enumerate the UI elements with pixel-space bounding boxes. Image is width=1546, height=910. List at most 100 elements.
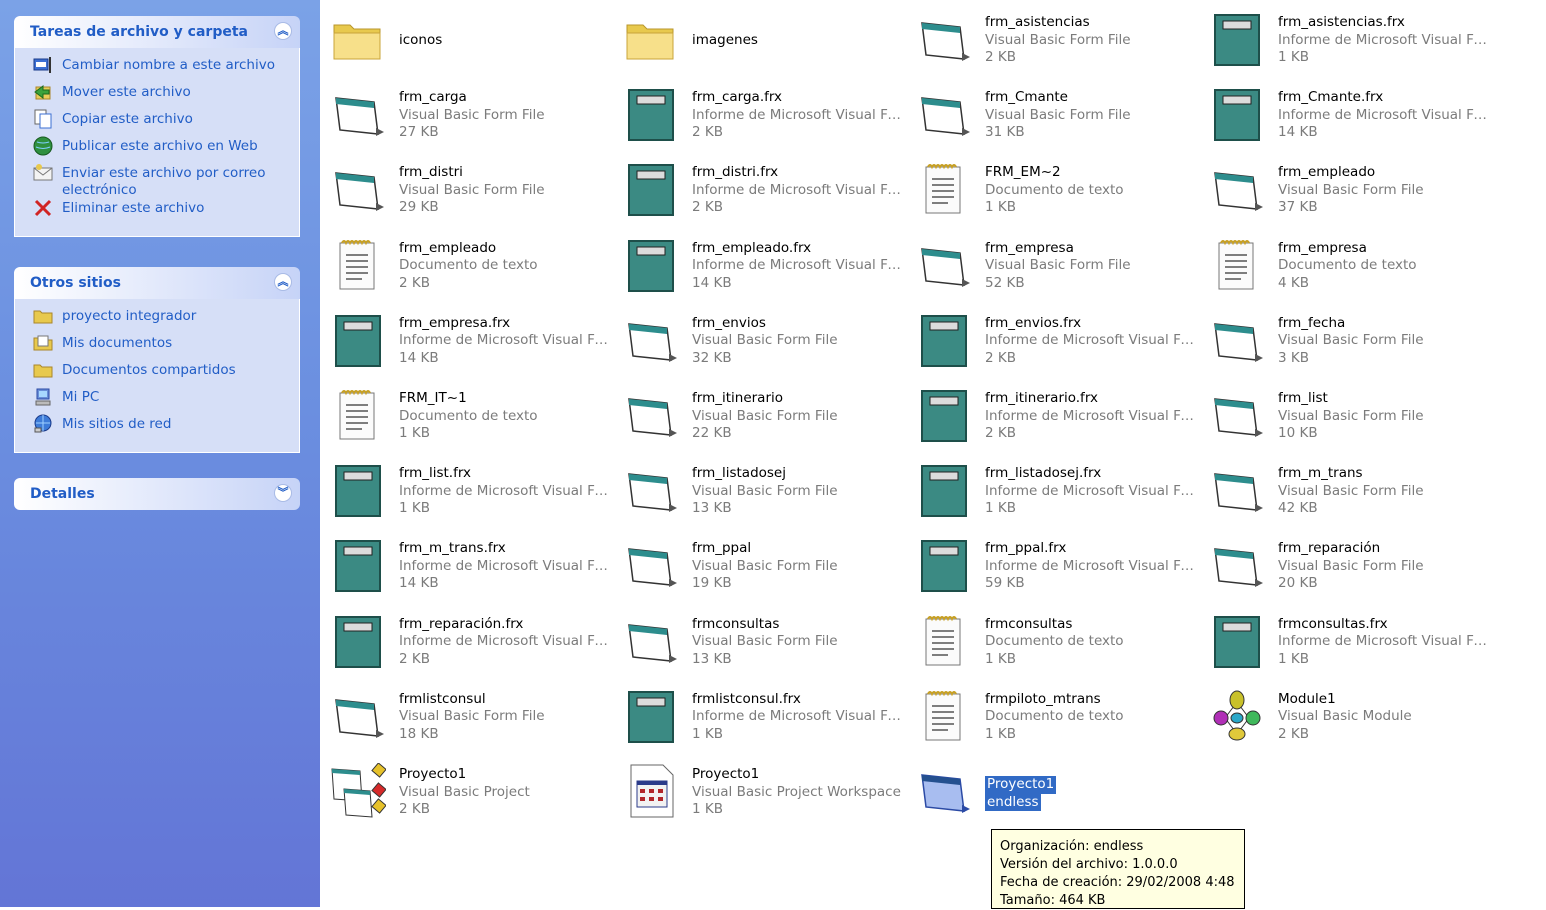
file-item[interactable]: frm_itinerario.frx Informe de Microsoft V… xyxy=(908,379,1200,449)
file-item[interactable]: frm_envios Visual Basic Form File 32 KB xyxy=(615,304,905,374)
file-info: frm_carga.frx Informe de Microsoft Visual… xyxy=(692,89,907,142)
file-item[interactable]: FRM_EM~2 Documento de texto 1 KB xyxy=(908,153,1198,223)
file-type-text: Documento de texto xyxy=(399,257,538,274)
task-link[interactable]: Mis sitios de red xyxy=(15,414,299,442)
file-item[interactable]: frm_asistencias.frx Informe de Microsoft … xyxy=(1201,3,1493,73)
file-name: frm_empresa.frx xyxy=(399,315,614,333)
file-size: 2 KB xyxy=(399,274,430,291)
file-item[interactable]: FRM_IT~1 Documento de texto 1 KB xyxy=(322,379,612,449)
collapse-chevron-icon[interactable]: ︽ xyxy=(274,22,292,40)
file-item[interactable]: frm_Cmante Visual Basic Form File 31 KB xyxy=(908,78,1198,148)
frx-icon xyxy=(330,312,386,368)
task-link[interactable]: Eliminar este archivo xyxy=(15,199,299,226)
task-label: Cambiar nombre a este archivo xyxy=(62,57,275,73)
task-link[interactable]: Documentos compartidos xyxy=(15,361,299,388)
file-type-text: Informe de Microsoft Visual Fo... xyxy=(399,557,614,574)
task-link[interactable]: Cambiar nombre a este archivo xyxy=(15,56,299,83)
file-type-text: Visual Basic Form File xyxy=(985,257,1131,274)
task-link[interactable]: Copiar este archivo xyxy=(15,109,299,137)
file-item[interactable]: frmconsultas.frx Informe de Microsoft Vis… xyxy=(1201,605,1493,675)
file-item[interactable]: frm_Cmante.frx Informe de Microsoft Visua… xyxy=(1201,78,1493,148)
panel-header[interactable]: Tareas de archivo y carpeta ︽ xyxy=(14,16,300,48)
file-item[interactable]: frm_list.frx Informe de Microsoft Visual … xyxy=(322,454,614,524)
file-item[interactable]: frm_m_trans Visual Basic Form File 42 KB xyxy=(1201,454,1491,524)
file-info: Proyecto1 endless xyxy=(985,776,1200,811)
form-icon xyxy=(330,161,386,217)
file-type-text: Informe de Microsoft Visual Fo... xyxy=(692,257,907,274)
file-item[interactable]: frm_empleado Visual Basic Form File 37 KB xyxy=(1201,153,1491,223)
task-link[interactable]: Mis documentos xyxy=(15,334,299,361)
file-type: Visual Basic Project xyxy=(399,784,614,802)
file-info-tooltip: Organización: endless Versión del archiv… xyxy=(991,829,1245,909)
file-info: Proyecto1 Visual Basic Project Workspace 1… xyxy=(692,766,907,819)
file-item[interactable]: frm_listadosej.frx Informe de Microsoft V… xyxy=(908,454,1200,524)
file-name: frm_listadosej xyxy=(692,465,907,483)
file-item[interactable]: frm_m_trans.frx Informe de Microsoft Visu… xyxy=(322,529,614,599)
file-item[interactable]: frmlistconsul Visual Basic Form File 18 KB xyxy=(322,680,612,750)
file-info: frm_listadosej.frx Informe de Microsoft V… xyxy=(985,465,1200,518)
collapse-chevron-icon[interactable]: ︽ xyxy=(274,273,292,291)
file-list-view: iconos imagenes frm_asistencias Visual Basi… xyxy=(320,0,1546,907)
file-item[interactable]: Module1 Visual Basic Module 2 KB xyxy=(1201,680,1491,750)
file-item[interactable]: iconos xyxy=(322,3,612,73)
file-item[interactable]: frm_list Visual Basic Form File 10 KB xyxy=(1201,379,1491,449)
file-item[interactable]: frm_empresa.frx Informe de Microsoft Visu… xyxy=(322,304,614,374)
file-name: Proyecto1 xyxy=(399,766,614,784)
file-name-text: FRM_IT~1 xyxy=(399,390,467,406)
file-item[interactable]: frm_empresa Documento de texto 4 KB xyxy=(1201,229,1491,299)
file-info: frm_empleado Visual Basic Form File 37 KB xyxy=(1278,164,1493,217)
panel-header[interactable]: Detalles ︾ xyxy=(14,478,300,510)
file-info: frm_m_trans Visual Basic Form File 42 KB xyxy=(1278,465,1493,518)
file-info: frm_distri Visual Basic Form File 29 KB xyxy=(399,164,614,217)
file-item[interactable]: frm_ppal Visual Basic Form File 19 KB xyxy=(615,529,905,599)
file-item[interactable]: frm_empleado.frx Informe de Microsoft Vis… xyxy=(615,229,907,299)
file-item[interactable]: frmconsultas Documento de texto 1 KB xyxy=(908,605,1198,675)
file-item[interactable]: frm_reparación Visual Basic Form File 20 K… xyxy=(1201,529,1491,599)
task-link[interactable]: Mover este archivo xyxy=(15,83,299,110)
file-item[interactable]: frm_asistencias Visual Basic Form File 2 K… xyxy=(908,3,1198,73)
task-link[interactable]: Enviar este archivo por correo electróni… xyxy=(15,164,299,199)
task-link[interactable]: Publicar este archivo en Web xyxy=(15,136,299,164)
file-size: 19 KB xyxy=(692,575,732,592)
file-item[interactable]: frm_itinerario Visual Basic Form File 22 K… xyxy=(615,379,905,449)
file-item[interactable]: frm_empleado Documento de texto 2 KB xyxy=(322,229,612,299)
file-item[interactable]: frm_empresa Visual Basic Form File 52 KB xyxy=(908,229,1198,299)
file-item[interactable]: frm_carga.frx Informe de Microsoft Visual… xyxy=(615,78,907,148)
file-type: Documento de texto xyxy=(985,182,1200,200)
panel-header[interactable]: Otros sitios ︽ xyxy=(14,267,300,299)
file-item[interactable]: frmconsultas Visual Basic Form File 13 KB xyxy=(615,605,905,675)
file-item[interactable]: frm_reparación.frx Informe de Microsoft V… xyxy=(322,605,614,675)
file-item[interactable]: Proyecto1 Visual Basic Project Workspace 1… xyxy=(615,755,905,825)
file-size: 2 KB xyxy=(692,124,723,141)
expand-chevron-icon[interactable]: ︾ xyxy=(274,484,292,502)
file-item[interactable]: frm_fecha Visual Basic Form File 3 KB xyxy=(1201,304,1491,374)
file-item[interactable]: frm_distri Visual Basic Form File 29 KB xyxy=(322,153,612,223)
file-item[interactable]: frm_distri.frx Informe de Microsoft Visua… xyxy=(615,153,907,223)
file-item[interactable]: frmlistconsul.frx Informe de Microsoft Vi… xyxy=(615,680,907,750)
file-info: frm_list Visual Basic Form File 10 KB xyxy=(1278,390,1493,443)
file-item[interactable]: frm_carga Visual Basic Form File 27 KB xyxy=(322,78,612,148)
file-item[interactable]: frm_listadosej Visual Basic Form File 13 K… xyxy=(615,454,905,524)
file-type-text: Visual Basic Form File xyxy=(399,106,545,123)
file-item[interactable]: Proyecto1 Visual Basic Project 2 KB xyxy=(322,755,612,825)
file-item[interactable]: imagenes xyxy=(615,3,905,73)
file-info: frm_empresa.frx Informe de Microsoft Visu… xyxy=(399,315,614,368)
file-name-text: frm_Cmante xyxy=(985,89,1068,106)
file-item[interactable]: frm_ppal.frx Informe de Microsoft Visual … xyxy=(908,529,1200,599)
file-name: frm_empresa xyxy=(1278,240,1493,258)
file-type-text: Visual Basic Form File xyxy=(985,106,1131,123)
task-link[interactable]: Mi PC xyxy=(15,388,299,415)
file-type: Informe de Microsoft Visual Fo... xyxy=(399,558,614,576)
file-info: frm_reparación Visual Basic Form File 20 K… xyxy=(1278,540,1493,593)
file-size: 1 KB xyxy=(985,500,1016,517)
file-name: Proyecto1 xyxy=(985,776,1200,794)
file-item[interactable]: Proyecto1 endless xyxy=(908,755,1198,825)
file-name: frm_Cmante.frx xyxy=(1278,89,1493,107)
file-name-text: Proyecto1 xyxy=(985,776,1057,794)
task-label: Mover este archivo xyxy=(62,84,191,100)
file-item[interactable]: frmpiloto_mtrans Documento de texto 1 KB xyxy=(908,680,1198,750)
file-item[interactable]: frm_envios.frx Informe de Microsoft Visua… xyxy=(908,304,1200,374)
frx-icon xyxy=(330,613,386,669)
task-link[interactable]: proyecto integrador xyxy=(15,307,299,334)
file-info: frm_ppal.frx Informe de Microsoft Visual … xyxy=(985,540,1200,593)
